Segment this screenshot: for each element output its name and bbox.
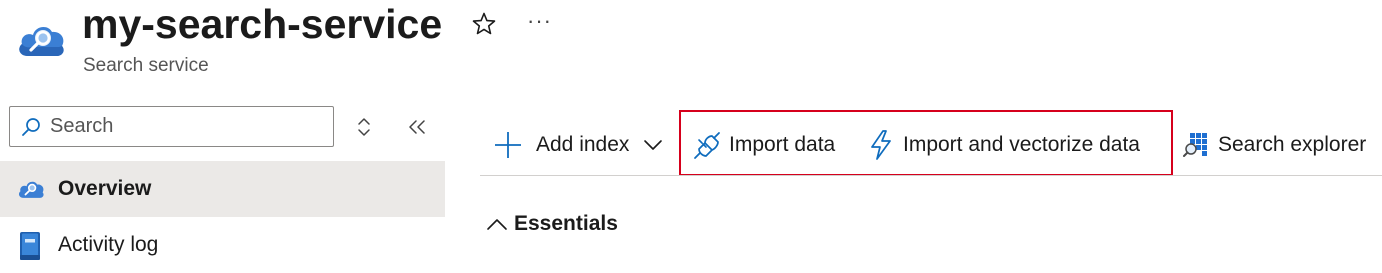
nav-search-box[interactable] xyxy=(9,106,334,147)
search-service-cloud-icon xyxy=(18,181,44,198)
search-explorer-button[interactable]: Search explorer xyxy=(1182,122,1366,168)
search-service-cloud-icon xyxy=(19,26,64,56)
chevron-up-icon xyxy=(487,219,507,230)
add-index-label: Add index xyxy=(536,133,630,156)
search-explorer-label: Search explorer xyxy=(1218,133,1367,156)
import-vectorize-label: Import and vectorize data xyxy=(903,133,1140,156)
page-subtitle: Search service xyxy=(83,55,209,76)
plug-icon xyxy=(694,132,720,159)
lightning-icon xyxy=(871,130,891,160)
essentials-label: Essentials xyxy=(514,212,618,235)
search-explorer-icon xyxy=(1183,133,1207,157)
import-vectorize-button[interactable]: Import and vectorize data xyxy=(868,122,1140,168)
sort-updown-icon[interactable] xyxy=(355,116,373,138)
collapse-menu-icon[interactable] xyxy=(406,118,428,136)
add-index-button[interactable]: Add index xyxy=(492,122,663,168)
more-actions-button[interactable]: ··· xyxy=(527,9,552,33)
page-title: my-search-service xyxy=(82,1,443,47)
toolbar-divider xyxy=(480,175,1382,176)
essentials-toggle[interactable]: Essentials xyxy=(486,212,618,236)
import-data-label: Import data xyxy=(729,133,836,156)
chevron-down-icon[interactable] xyxy=(643,138,663,152)
sidebar-item-label: Overview xyxy=(58,177,152,200)
import-data-button[interactable]: Import data xyxy=(693,122,835,168)
sidebar-item-overview[interactable]: Overview xyxy=(0,161,445,217)
activity-log-icon xyxy=(20,232,40,260)
sidebar-item-activity-log[interactable]: Activity log xyxy=(0,217,445,273)
nav-search-input[interactable] xyxy=(50,111,320,142)
search-icon xyxy=(22,118,40,136)
sidebar-item-label: Activity log xyxy=(58,233,159,256)
plus-icon xyxy=(495,132,521,158)
star-icon[interactable] xyxy=(470,10,498,38)
